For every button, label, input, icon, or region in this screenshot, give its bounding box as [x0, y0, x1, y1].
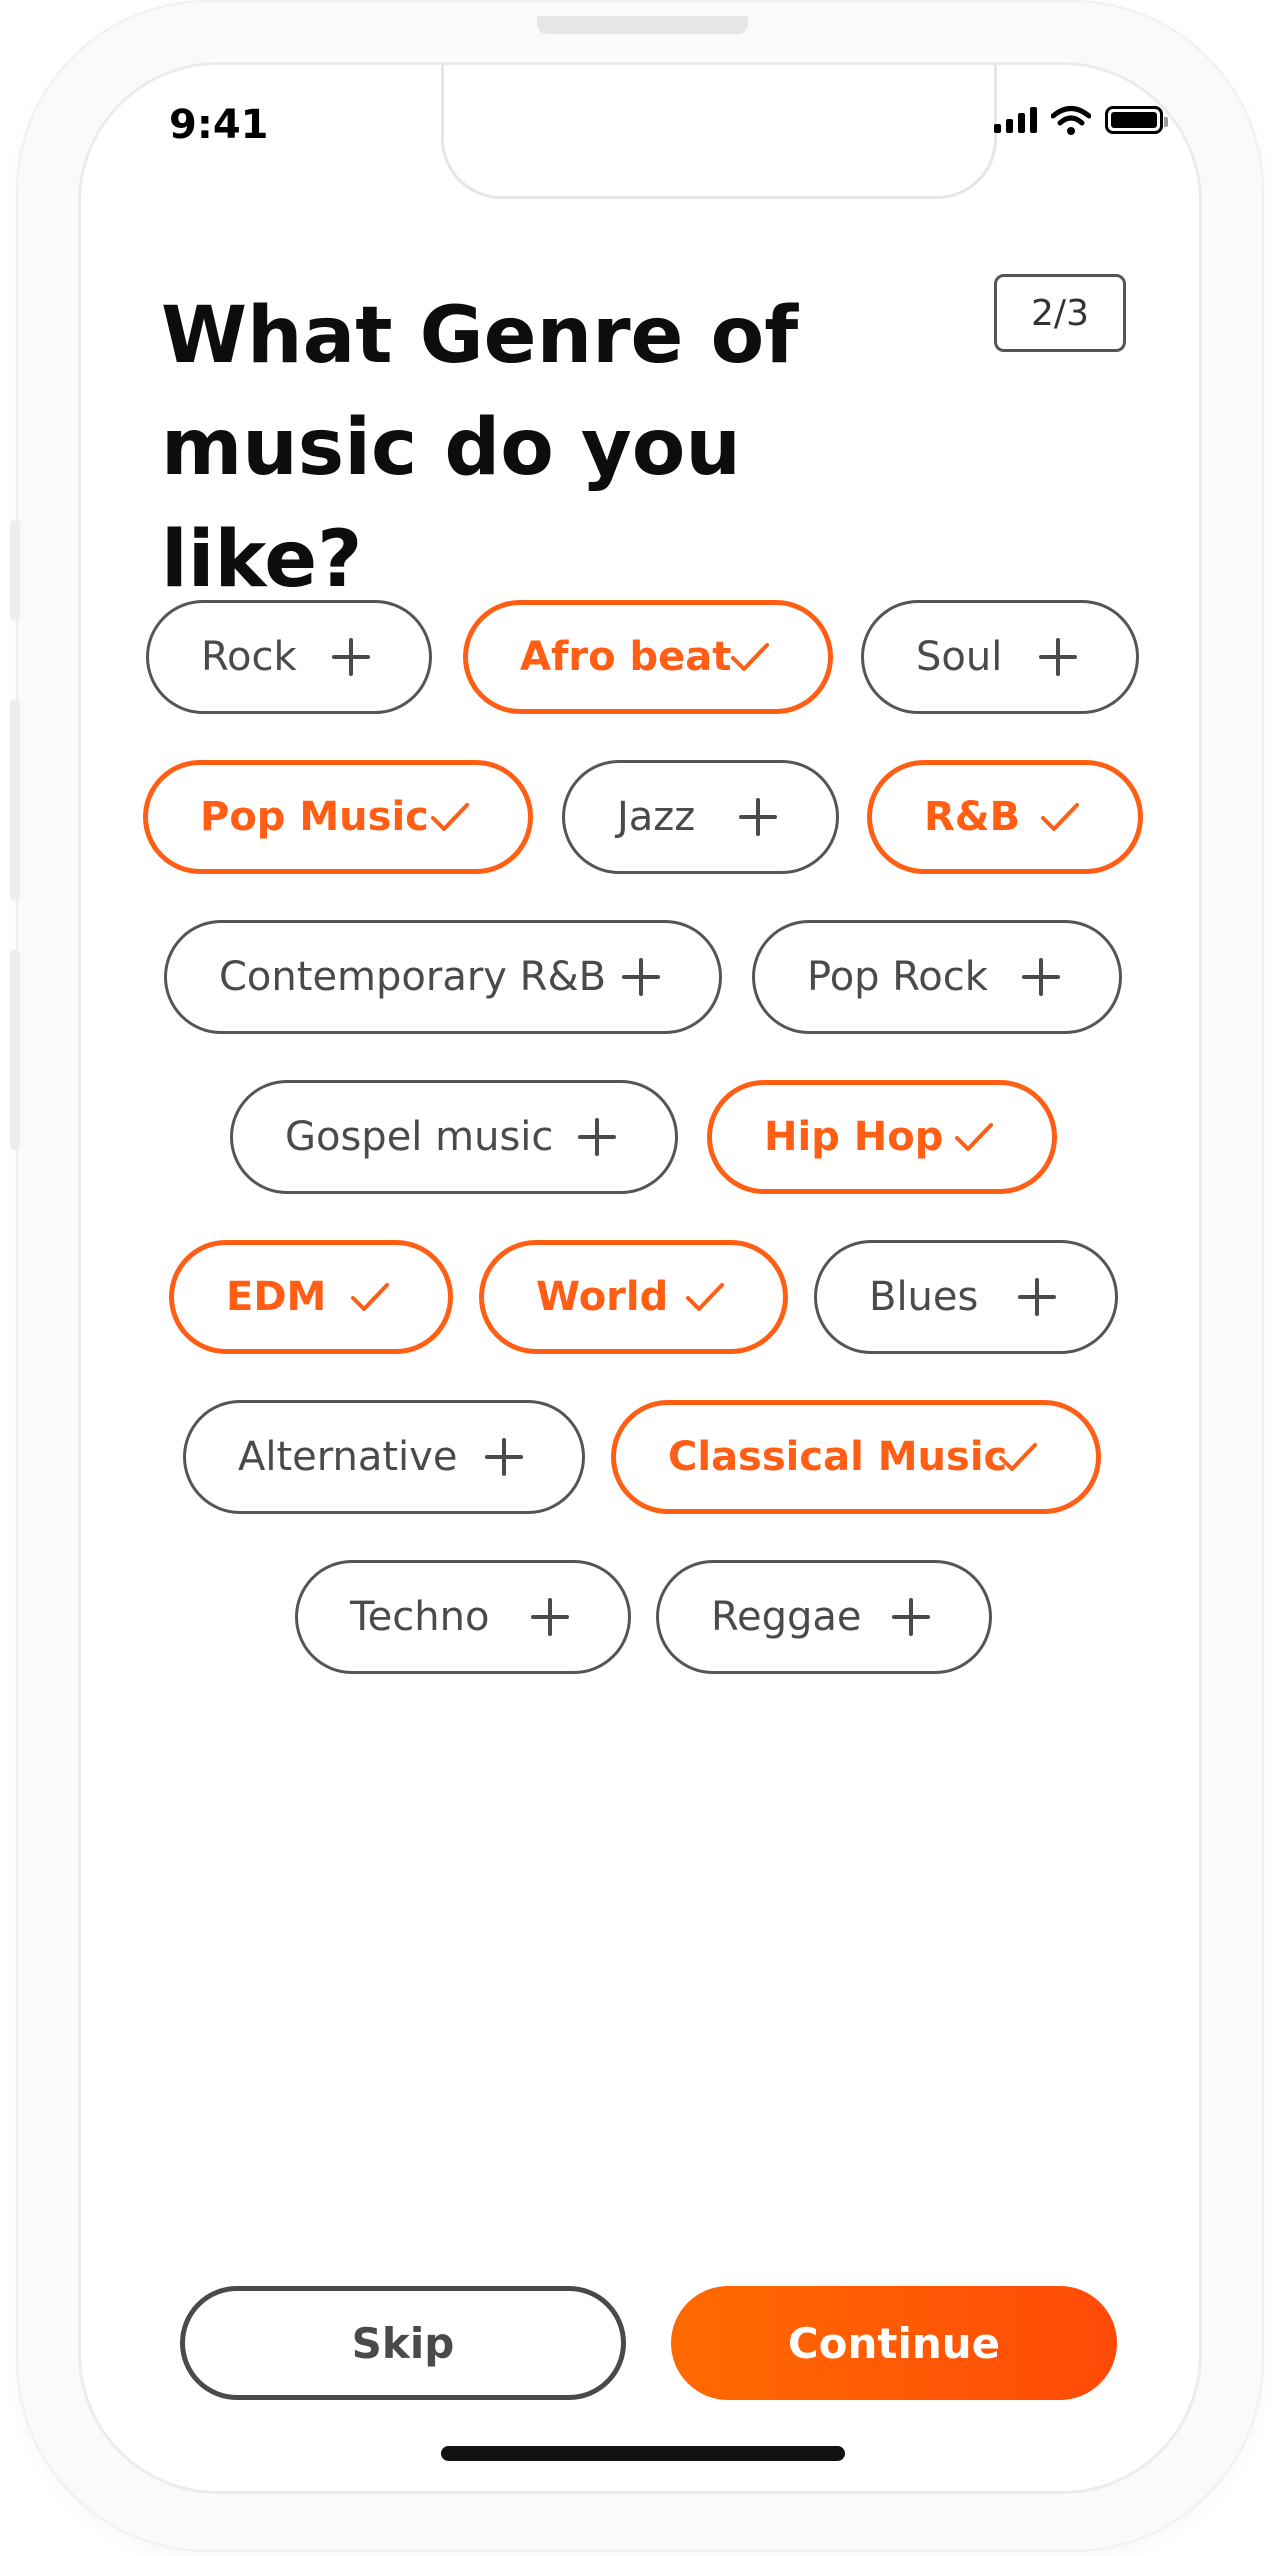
- genre-chip-rnb[interactable]: R&B: [867, 760, 1143, 874]
- genre-chip-rock[interactable]: Rock: [146, 600, 432, 714]
- check-icon: [686, 1283, 724, 1311]
- notch: [441, 65, 997, 199]
- genre-chip-label: Gospel music: [285, 1114, 554, 1160]
- genre-chip-label: Jazz: [617, 794, 696, 840]
- step-indicator: 2/3: [994, 274, 1126, 352]
- genre-chip-label: Rock: [201, 634, 297, 680]
- volume-down-button: [10, 950, 20, 1150]
- page-title-line-1: What Genre of: [161, 291, 799, 381]
- plus-icon: [332, 638, 370, 676]
- genre-chip-label: Techno: [350, 1594, 490, 1640]
- genre-chip-label: Reggae: [711, 1594, 862, 1640]
- mute-switch: [10, 520, 20, 620]
- genre-chip-label: Contemporary R&B: [219, 954, 607, 1000]
- genre-chip-contemporary-rnb[interactable]: Contemporary R&B: [164, 920, 722, 1034]
- phone-speaker: [537, 16, 748, 34]
- page-title: What Genre of music do you like?: [161, 280, 961, 616]
- genre-chip-world[interactable]: World: [479, 1240, 788, 1354]
- plus-icon: [739, 798, 777, 836]
- plus-icon: [485, 1438, 523, 1476]
- genre-chip-soul[interactable]: Soul: [861, 600, 1139, 714]
- skip-button[interactable]: Skip: [180, 2286, 626, 2400]
- volume-up-button: [10, 700, 20, 900]
- genre-chip-label: Pop Music: [200, 794, 429, 840]
- genre-chip-jazz[interactable]: Jazz: [562, 760, 839, 874]
- plus-icon: [578, 1118, 616, 1156]
- status-icons: [994, 105, 1168, 135]
- genre-chip-label: Classical Music: [668, 1434, 1008, 1480]
- plus-icon: [1018, 1278, 1056, 1316]
- check-icon: [999, 1443, 1037, 1471]
- genre-chip-techno[interactable]: Techno: [295, 1560, 631, 1674]
- check-icon: [731, 643, 769, 671]
- wifi-icon: [1051, 106, 1091, 135]
- page-title-line-2: music do you like?: [161, 403, 741, 605]
- genre-chip-label: R&B: [924, 794, 1021, 840]
- genre-chip-label: Afro beat: [520, 634, 732, 680]
- home-indicator[interactable]: [441, 2446, 845, 2461]
- battery-icon: [1105, 106, 1168, 134]
- continue-button[interactable]: Continue: [671, 2286, 1117, 2400]
- signal-icon: [994, 107, 1037, 133]
- genre-chip-label: Alternative: [238, 1434, 458, 1480]
- genre-chip-pop-music[interactable]: Pop Music: [143, 760, 533, 874]
- genre-chip-hip-hop[interactable]: Hip Hop: [707, 1080, 1057, 1194]
- genre-chip-label: World: [536, 1274, 669, 1320]
- plus-icon: [1039, 638, 1077, 676]
- genre-chip-label: Pop Rock: [807, 954, 988, 1000]
- check-icon: [351, 1283, 389, 1311]
- plus-icon: [531, 1598, 569, 1636]
- genre-chip-classical-music[interactable]: Classical Music: [611, 1400, 1101, 1514]
- check-icon: [955, 1123, 993, 1151]
- plus-icon: [892, 1598, 930, 1636]
- check-icon: [1041, 803, 1079, 831]
- genre-chip-alternative[interactable]: Alternative: [183, 1400, 585, 1514]
- genre-chip-edm[interactable]: EDM: [169, 1240, 453, 1354]
- genre-chip-afro-beat[interactable]: Afro beat: [463, 600, 833, 714]
- plus-icon: [622, 958, 660, 996]
- genre-chip-label: Blues: [869, 1274, 979, 1320]
- genre-chip-label: EDM: [226, 1274, 327, 1320]
- genre-chip-pop-rock[interactable]: Pop Rock: [752, 920, 1122, 1034]
- genre-chip-label: Hip Hop: [764, 1114, 944, 1160]
- genre-chip-blues[interactable]: Blues: [814, 1240, 1118, 1354]
- status-time: 9:41: [169, 102, 269, 148]
- genre-chip-gospel-music[interactable]: Gospel music: [230, 1080, 678, 1194]
- genre-chip-label: Soul: [916, 634, 1003, 680]
- plus-icon: [1022, 958, 1060, 996]
- phone-screen: 9:41 What Genre of music do you like? 2/…: [78, 62, 1202, 2494]
- check-icon: [431, 803, 469, 831]
- genre-chip-reggae[interactable]: Reggae: [656, 1560, 992, 1674]
